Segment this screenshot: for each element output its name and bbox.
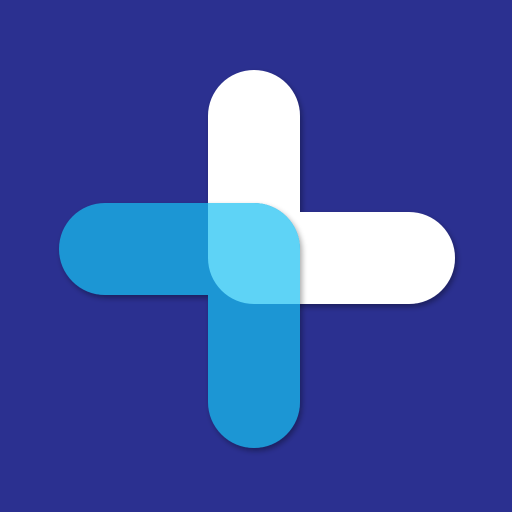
app-icon-canvas: [0, 0, 512, 512]
plus-cross-logo: [0, 0, 512, 512]
